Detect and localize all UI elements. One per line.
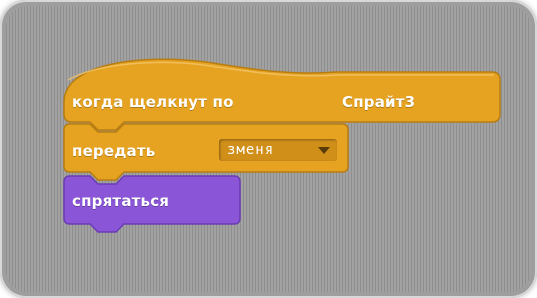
broadcast-message-value: зменя (227, 142, 275, 158)
triangle-down-icon[interactable] (318, 147, 330, 154)
broadcast-block-label: передать (72, 142, 156, 160)
broadcast-message-dropdown[interactable]: зменя (219, 139, 337, 161)
hide-block-label: спрятаться (72, 192, 170, 210)
hat-block-sprite-name: Спрайт3 (342, 93, 416, 111)
hat-block-label: когда щелкнут по (72, 93, 234, 111)
scripts-area: когда щелкнут по Спрайт3 передать зменя … (6, 6, 531, 292)
screenshot-frame: когда щелкнут по Спрайт3 передать зменя … (0, 0, 537, 298)
